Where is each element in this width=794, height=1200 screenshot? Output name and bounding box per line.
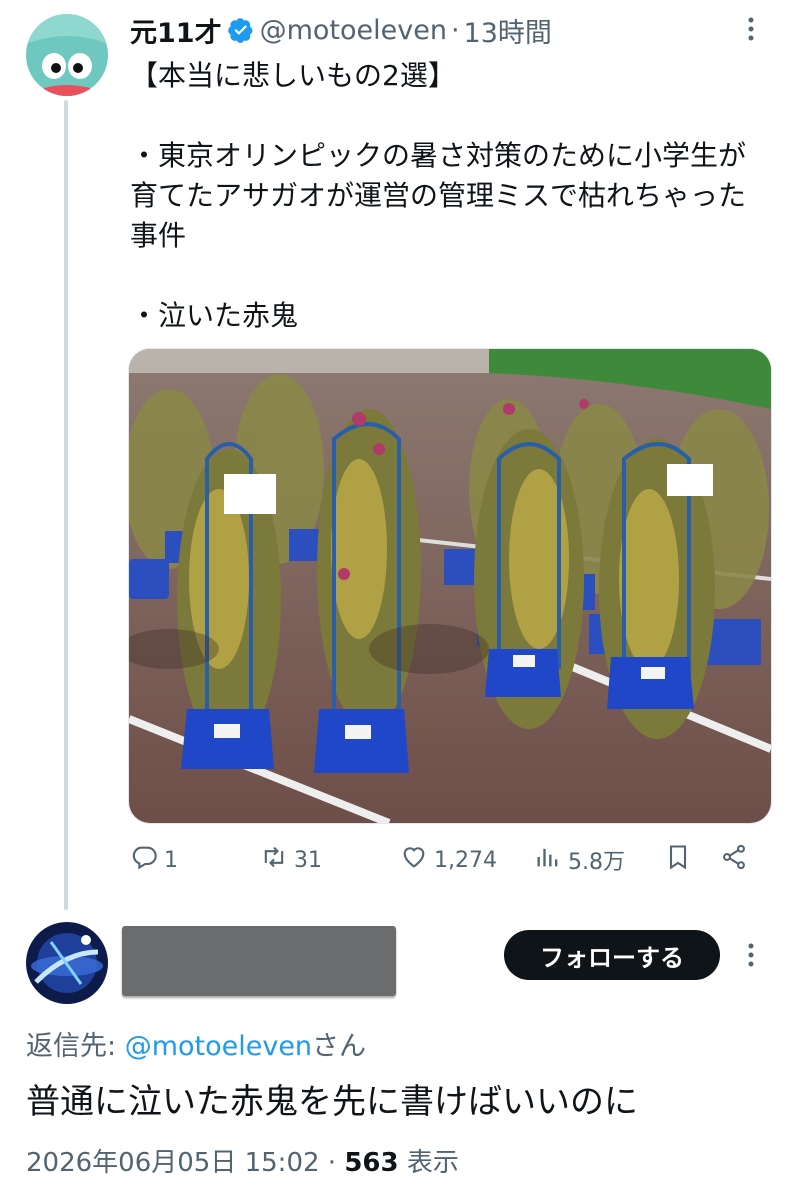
reply-view-label: 表示: [398, 1148, 459, 1178]
replying-to: 返信先: @motoelevenさん: [26, 1024, 366, 1063]
replying-prefix: 返信先:: [26, 1031, 125, 1062]
redacted-username: [122, 926, 396, 996]
tweet-media-image[interactable]: [128, 348, 772, 824]
tweet-actions: 1 31 1,274 5.8万: [130, 840, 760, 880]
display-name[interactable]: 元11才: [130, 11, 222, 50]
verified-badge-icon: [227, 17, 254, 43]
user-handle[interactable]: @motoeleven: [260, 15, 447, 46]
thread-connector-line: [64, 100, 68, 910]
avatar[interactable]: [26, 14, 108, 96]
retweet-icon: [260, 843, 288, 877]
views-count: 5.8万: [568, 850, 625, 875]
share-button[interactable]: [720, 840, 748, 880]
meta-dot: ·: [319, 1148, 345, 1178]
bookmark-button[interactable]: [664, 840, 692, 880]
reply-count: 1: [164, 847, 178, 873]
like-count: 1,274: [434, 847, 497, 873]
reply-date[interactable]: 2026年06月05日 15:02: [26, 1148, 320, 1178]
like-button[interactable]: 1,274: [400, 840, 497, 880]
reply-text: 普通に泣いた赤鬼を先に書けばいいのに: [26, 1082, 638, 1122]
reply-icon: [130, 843, 158, 877]
views-button[interactable]: 5.8万: [534, 840, 625, 880]
more-icon[interactable]: [736, 14, 766, 44]
timestamp[interactable]: 13時間: [464, 11, 552, 50]
replying-mention[interactable]: @motoeleven: [125, 1031, 312, 1062]
more-icon[interactable]: [736, 940, 766, 970]
retweet-button[interactable]: 31: [260, 840, 322, 880]
like-icon: [400, 843, 428, 877]
views-icon: [534, 843, 562, 877]
follow-button[interactable]: フォローする: [504, 930, 720, 980]
bookmark-icon: [664, 843, 692, 877]
replying-suffix: さん: [312, 1031, 367, 1062]
retweet-count: 31: [294, 847, 322, 873]
reply-view-count: 563: [344, 1148, 399, 1178]
reply-button[interactable]: 1: [130, 840, 178, 880]
separator-dot: ·: [450, 14, 460, 46]
tweet-text: 【本当に悲しいもの2選】 ・東京オリンピックの暑さ対策のために小学生が育てたアサ…: [130, 59, 747, 332]
share-icon: [720, 843, 748, 877]
reply-avatar[interactable]: [26, 922, 108, 1004]
tweet-header: 元11才 @motoeleven · 13時間: [130, 10, 552, 50]
reply-meta: 2026年06月05日 15:02 · 563 表示: [26, 1142, 459, 1179]
